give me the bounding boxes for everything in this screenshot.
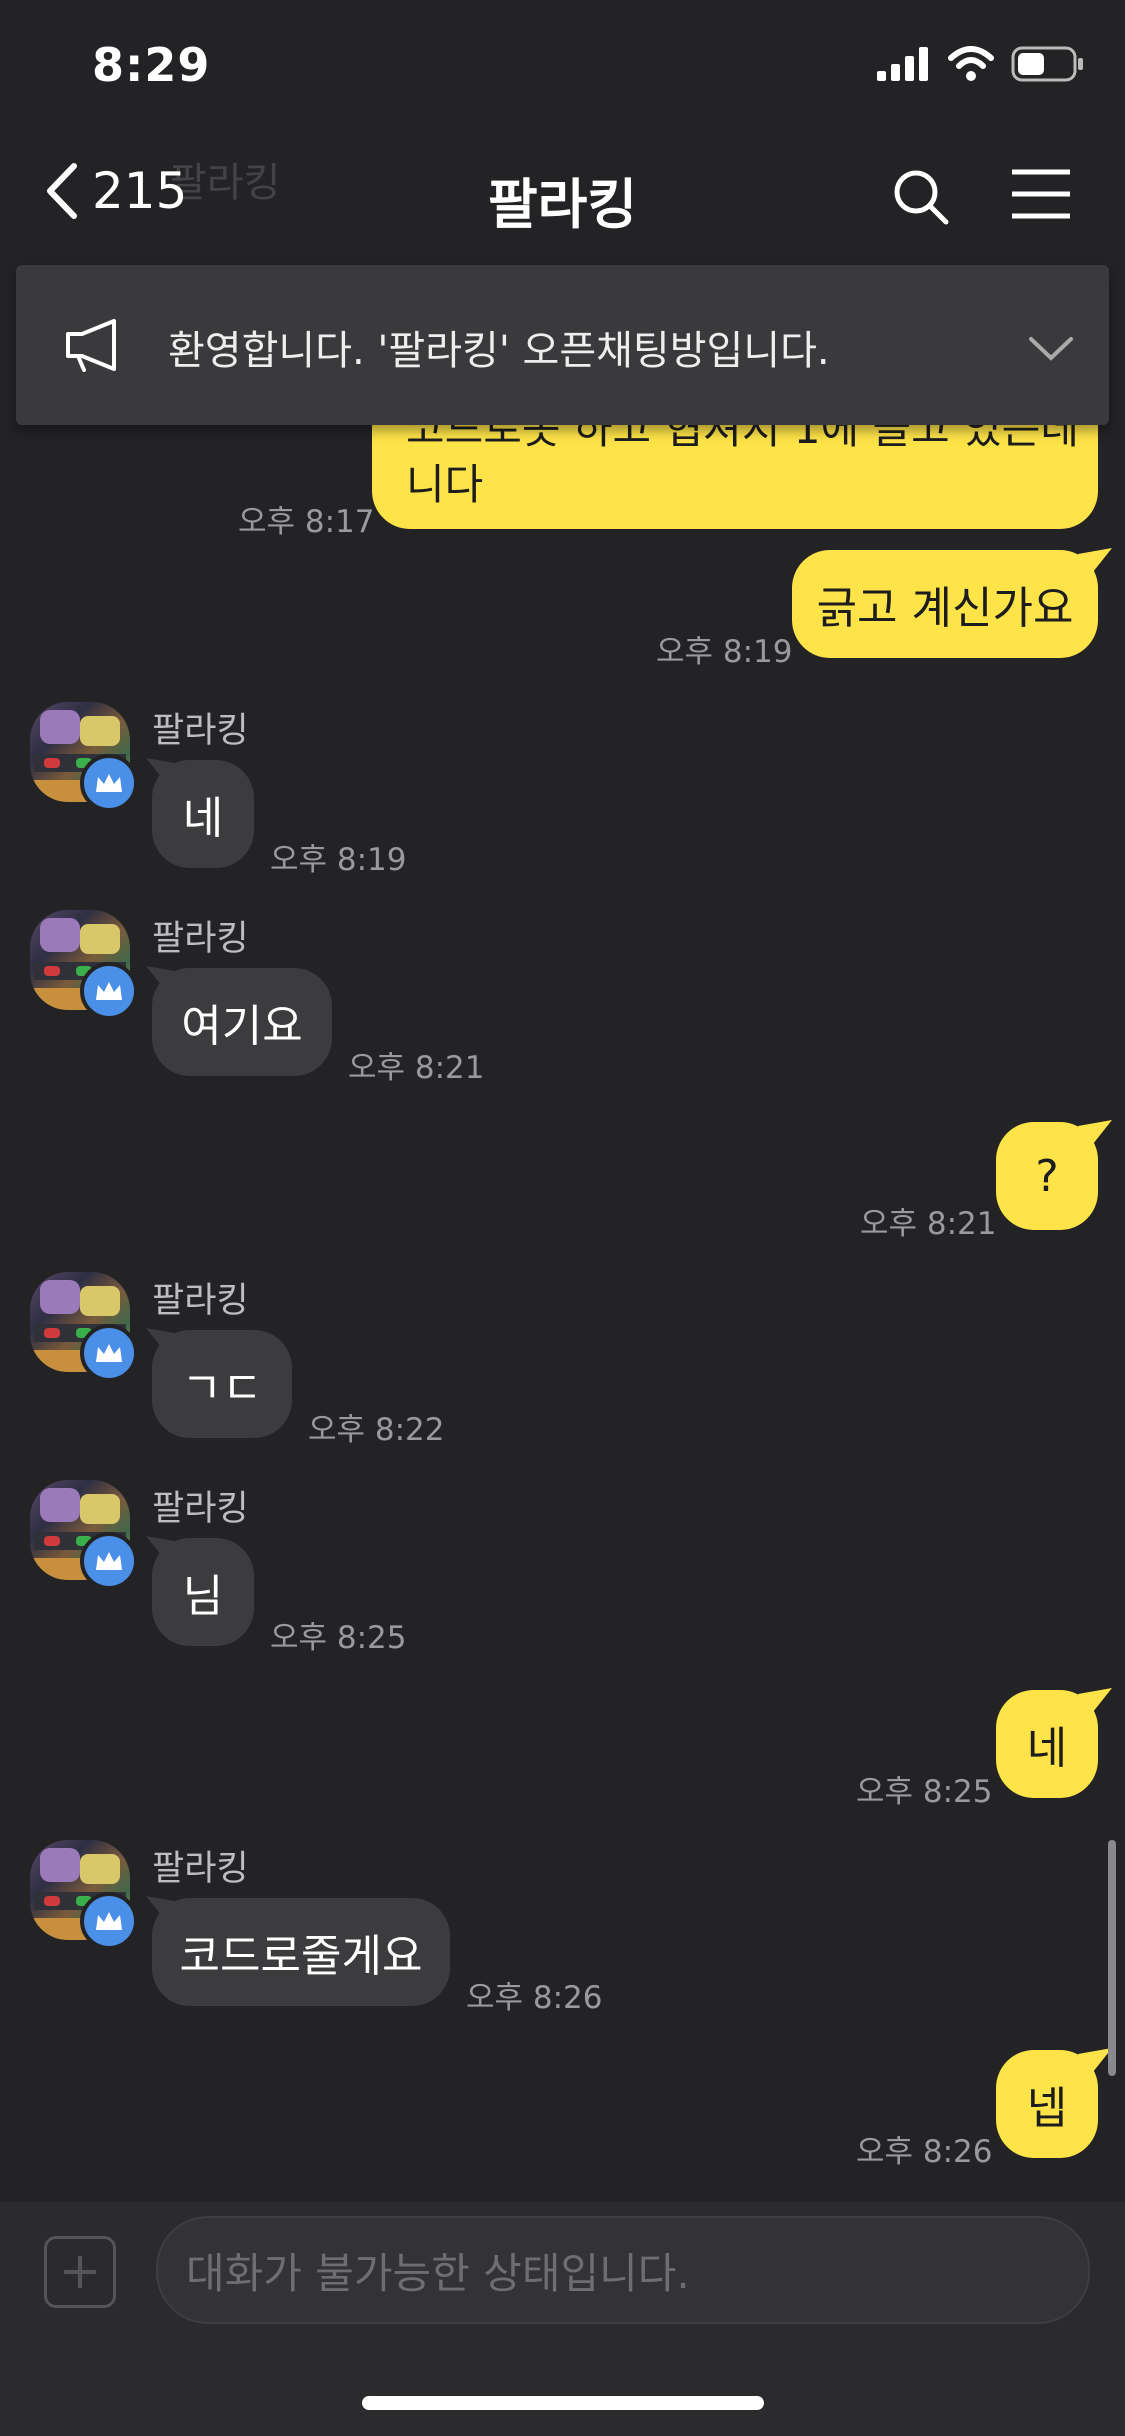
crown-icon xyxy=(96,1552,122,1570)
notice-text: 환영합니다. '팔라킹' 오픈채팅방입니다. xyxy=(168,328,830,374)
sender-name: 팔라킹 xyxy=(152,1849,249,1889)
message-time: 오후 8:19 xyxy=(270,842,407,878)
message-bubble-other[interactable]: 님 xyxy=(152,1538,254,1646)
partial-line-2: 니다 xyxy=(406,460,484,509)
crown-icon xyxy=(96,982,122,1000)
sender-name: 팔라킹 xyxy=(152,1489,249,1529)
message-input-placeholder: 대화가 불가능한 상태입니다. xyxy=(186,2249,690,2298)
message-time: 오후 8:25 xyxy=(856,1774,993,1810)
message-bubble-other[interactable]: ㄱㄷ xyxy=(152,1330,292,1438)
menu-icon xyxy=(1012,169,1070,219)
crown-icon xyxy=(96,1912,122,1930)
battery-icon xyxy=(1011,46,1083,82)
message-time: 오후 8:17 xyxy=(238,504,375,540)
signal-icon xyxy=(877,47,928,81)
status-icons xyxy=(877,46,1085,82)
scrollbar[interactable] xyxy=(1108,1840,1116,2076)
plus-icon xyxy=(64,2256,96,2288)
message-bubble-mine[interactable]: 긁고 계신가요 xyxy=(792,550,1098,658)
message-time: 오후 8:26 xyxy=(466,1980,603,2016)
crown-icon xyxy=(96,1344,122,1362)
message-bubble-other[interactable]: 여기요 xyxy=(152,968,332,1076)
host-badge xyxy=(80,1532,138,1590)
search-button[interactable] xyxy=(892,168,950,230)
wifi-icon xyxy=(948,46,994,81)
host-badge xyxy=(80,1324,138,1382)
message-bubble-mine[interactable]: ? xyxy=(996,1122,1098,1230)
chevron-down-icon[interactable] xyxy=(1028,336,1074,362)
host-badge xyxy=(80,1892,138,1950)
message-bubble-mine[interactable]: 넵 xyxy=(996,2050,1098,2158)
message-bubble-other[interactable]: 네 xyxy=(152,760,254,868)
message-time: 오후 8:19 xyxy=(656,634,793,670)
message-time: 오후 8:22 xyxy=(308,1412,445,1448)
sender-name: 팔라킹 xyxy=(152,919,249,959)
menu-button[interactable] xyxy=(1010,168,1072,224)
host-badge xyxy=(80,754,138,812)
host-badge xyxy=(80,962,138,1020)
attach-button[interactable] xyxy=(44,2236,116,2308)
message-time: 오후 8:26 xyxy=(856,2134,993,2170)
sender-name: 팔라킹 xyxy=(152,1281,249,1321)
message-bubble-mine[interactable]: 네 xyxy=(996,1690,1098,1798)
message-bubble-other[interactable]: 코드로줄게요 xyxy=(152,1898,450,2006)
status-time: 8:29 xyxy=(92,38,211,92)
message-time: 오후 8:21 xyxy=(860,1206,997,1242)
message-time: 오후 8:21 xyxy=(348,1050,485,1086)
megaphone-icon xyxy=(66,319,116,372)
message-time: 오후 8:25 xyxy=(270,1620,407,1656)
home-indicator[interactable] xyxy=(362,2396,764,2410)
page-title: 팔라킹 xyxy=(487,173,638,236)
search-icon xyxy=(894,170,949,225)
sender-name: 팔라킹 xyxy=(152,711,249,751)
crown-icon xyxy=(96,774,122,792)
